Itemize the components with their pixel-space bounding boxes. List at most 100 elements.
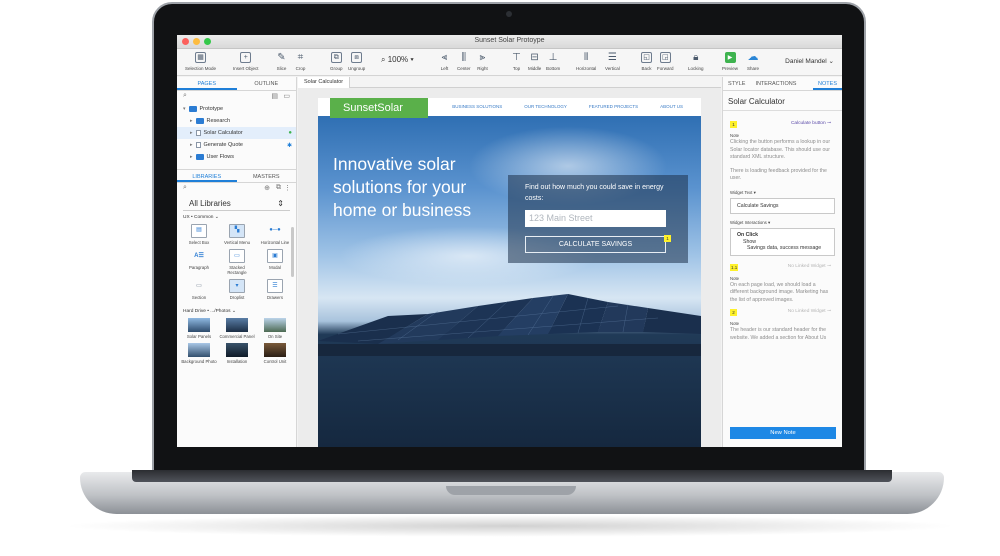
canvas-tabs: Solar Calculator xyxy=(298,77,721,88)
site-nav: BUSINESS SOLUTIONS OUR TECHNOLOGY FEATUR… xyxy=(452,104,683,109)
import-icon[interactable]: ⧉ xyxy=(276,184,281,192)
tree-item-generate-quote[interactable]: ▸ Generate Quote ✱ xyxy=(177,139,296,151)
nav-about-us[interactable]: ABOUT US xyxy=(660,104,683,109)
tab-masters[interactable]: MASTERS xyxy=(237,170,297,182)
design-canvas[interactable]: Solar Calculator SunsetSolar BUSINESS SO… xyxy=(298,77,721,447)
library-section-photos[interactable]: Hard Drive • .../Photos ⌄ xyxy=(177,305,296,316)
group-button[interactable]: ⧉ Group xyxy=(330,52,343,71)
widget-interactions-box[interactable]: On Click Show Savings data, success mess… xyxy=(730,228,835,256)
photo-grid: Solar Panels Commercial Panel On Site Ba… xyxy=(177,316,296,366)
widget-select-box[interactable]: ▤ Select Box xyxy=(181,224,217,245)
tab-libraries[interactable]: LIBRARIES xyxy=(177,170,237,182)
share-button[interactable]: ☁ Share xyxy=(747,52,759,72)
plus-icon: + xyxy=(240,52,252,63)
widget-stacked-rectangle[interactable]: ▭ Stacked Rectangle xyxy=(219,249,255,275)
note-text[interactable]: The header is our standard header for th… xyxy=(730,327,835,342)
user-menu[interactable]: Daniel Mandel ⌄ xyxy=(785,57,834,65)
app-window: Sunset Solar Protoype ▦ Selection Mode + I… xyxy=(177,35,842,447)
library-scrollbar[interactable] xyxy=(291,227,294,277)
align-center-button[interactable]: ⫼ Center xyxy=(457,52,471,71)
back-icon: ◱ xyxy=(641,52,652,63)
photo-solar-panels[interactable]: Solar Panels xyxy=(181,317,217,339)
add-folder-icon[interactable]: ▭ xyxy=(283,92,290,100)
widget-droplist[interactable]: ▾ Droplist xyxy=(219,279,255,300)
note-text[interactable]: On each page load, we should load a diff… xyxy=(730,282,835,305)
nav-our-technology[interactable]: OUR TECHNOLOGY xyxy=(524,104,567,109)
preview-button[interactable]: ▶ Preview xyxy=(722,52,738,71)
widget-vertical-menu[interactable]: ▚ Vertical Menu xyxy=(219,224,255,245)
more-icon[interactable]: ⋮ xyxy=(284,184,291,192)
toolbar: ▦ Selection Mode + Insert Object ✎ Slice ⌗ C… xyxy=(177,49,842,76)
linked-widget-link[interactable]: No Linked Widget ⊸ xyxy=(788,264,831,269)
tree-item-user-flows[interactable]: ▸ User Flows xyxy=(177,151,296,163)
page-icon xyxy=(195,142,201,148)
tab-pages[interactable]: PAGES xyxy=(177,77,237,90)
calculate-savings-button[interactable]: CALCULATE SAVINGS xyxy=(525,236,666,253)
tab-solar-calculator[interactable]: Solar Calculator xyxy=(298,77,351,88)
photo-commercial-panel[interactable]: Commercial Panel xyxy=(219,317,255,339)
tree-item-research[interactable]: ▸ Research xyxy=(177,115,296,127)
forward-icon: ◲ xyxy=(659,52,671,63)
widget-paragraph[interactable]: A☰ Paragraph xyxy=(181,249,217,275)
widget-text-field[interactable]: Calculate Savings xyxy=(730,197,835,214)
search-icon[interactable]: ⌕ xyxy=(183,92,187,100)
locking-button[interactable]: 🔒︎ Locking xyxy=(688,52,704,71)
library-select[interactable]: All Libraries ⇕ xyxy=(183,195,290,211)
linked-widget-link[interactable]: Calculate button ⊸ xyxy=(791,121,831,126)
photo-on-site[interactable]: On Site xyxy=(257,317,293,339)
widget-horizontal-line[interactable]: ●─● Horizontal Line xyxy=(257,224,293,245)
note-header-1: 1 Calculate button ⊸ xyxy=(728,119,837,131)
selection-mode-button[interactable]: ▦ Selection Mode xyxy=(185,52,216,71)
site-logo[interactable]: SunsetSolar xyxy=(330,98,428,118)
panel-title: Solar Calculator xyxy=(723,91,842,111)
distribute-vertical-icon: ☰ xyxy=(607,51,617,63)
crop-button[interactable]: ⌗ Crop xyxy=(295,52,306,71)
distribute-vertical-button[interactable]: ☰ Vertical xyxy=(605,52,620,71)
insert-object-button[interactable]: + Insert Object xyxy=(233,52,259,71)
tab-interactions[interactable]: INTERACTIONS xyxy=(750,77,801,90)
bring-forward-button[interactable]: ◲ Forward xyxy=(657,52,674,71)
align-middle-button[interactable]: ⊟ Middle xyxy=(528,52,541,71)
nav-business-solutions[interactable]: BUSINESS SOLUTIONS xyxy=(452,104,502,109)
widget-section[interactable]: ▭ Section xyxy=(181,279,217,301)
send-back-button[interactable]: ◱ Back xyxy=(641,52,652,71)
add-page-icon[interactable]: ▤ xyxy=(271,92,278,100)
distribute-horizontal-button[interactable]: ⫴ Horizontal xyxy=(576,52,596,71)
ungroup-icon: ⧈ xyxy=(351,52,363,63)
photo-installation[interactable]: Installation xyxy=(219,342,255,364)
widget-grid: ▤ Select Box ▚ Vertical Menu ●─● Horizontal… xyxy=(177,222,296,303)
new-note-button[interactable]: New Note xyxy=(730,427,836,439)
website-mockup[interactable]: SunsetSolar BUSINESS SOLUTIONS OUR TECHN… xyxy=(318,98,701,447)
address-input[interactable]: 123 Main Street xyxy=(525,210,666,227)
ungroup-button[interactable]: ⧈ Ungroup xyxy=(348,52,365,71)
tree-item-prototype[interactable]: ▾ Prototype xyxy=(177,103,296,115)
folder-icon xyxy=(188,106,197,112)
note-badge[interactable]: 1 xyxy=(664,235,671,242)
slice-button[interactable]: ✎ Slice xyxy=(276,52,287,71)
photo-control-unit[interactable]: Control Unit xyxy=(257,342,293,364)
widget-drawers[interactable]: ☰ Drawers xyxy=(257,279,293,300)
photo-background[interactable]: Background Photo xyxy=(181,342,217,364)
note-text[interactable]: Clicking the button performs a lookup in… xyxy=(730,139,835,162)
align-top-button[interactable]: ⊤ Top xyxy=(511,52,522,71)
add-library-icon[interactable]: ⊕ xyxy=(264,184,270,192)
note-text[interactable]: There is loading feedback provided for t… xyxy=(730,168,835,183)
tab-notes[interactable]: NOTES xyxy=(813,77,842,90)
align-bottom-button[interactable]: ⊥ Bottom xyxy=(546,52,560,71)
modal-icon: ▣ xyxy=(267,249,283,264)
linked-widget-link[interactable]: No Linked Widget ⊸ xyxy=(788,309,831,314)
widget-modal[interactable]: ▣ Modal xyxy=(257,249,293,275)
align-left-button[interactable]: ⫷ Left xyxy=(439,52,450,71)
tab-style[interactable]: STYLE xyxy=(723,77,750,90)
align-center-icon: ⫼ xyxy=(461,51,467,63)
nav-featured-projects[interactable]: FEATURED PROJECTS xyxy=(589,104,638,109)
align-right-button[interactable]: ⫸ Right xyxy=(477,52,488,71)
library-section-ux-common[interactable]: UX • Common ⌄ xyxy=(177,211,296,222)
tab-outline[interactable]: OUTLINE xyxy=(237,77,297,90)
note-header-1-1: 1.1 No Linked Widget ⊸ xyxy=(728,262,837,274)
hero-headline[interactable]: Innovative solar solutions for your home… xyxy=(333,153,473,222)
search-icon[interactable]: ⌕ xyxy=(183,184,187,192)
tree-item-solar-calculator[interactable]: ▸ Solar Calculator ● xyxy=(177,127,296,139)
zoom-select[interactable]: ⌕ 100% ▾ xyxy=(381,55,414,65)
crop-icon: ⌗ xyxy=(297,51,304,63)
